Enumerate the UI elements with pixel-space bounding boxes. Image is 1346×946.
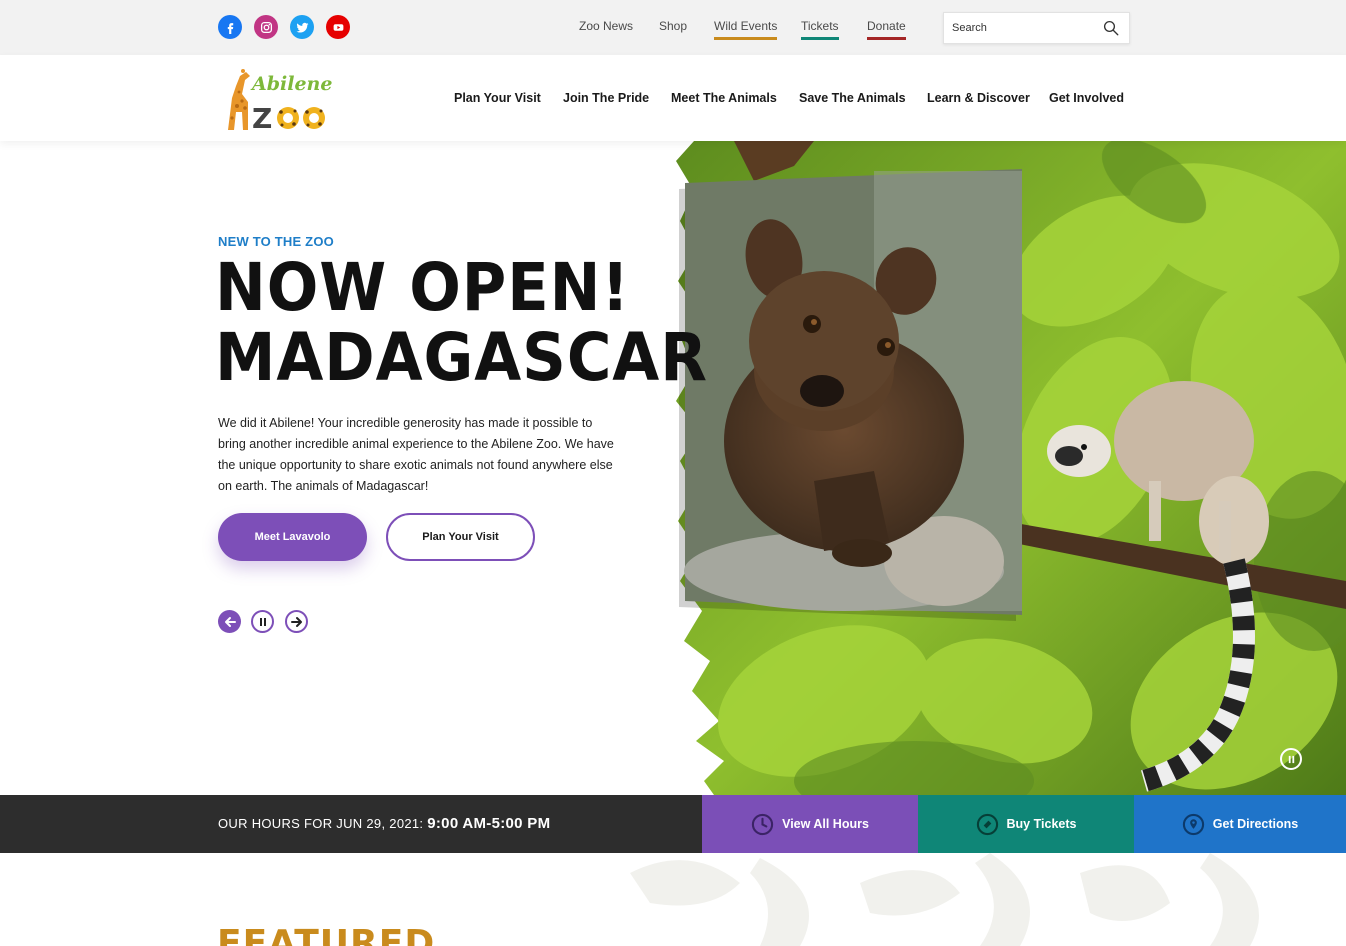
hero-headline: NOW OPEN! MADAGASCAR <box>215 253 708 393</box>
buy-tickets-button[interactable]: Buy Tickets <box>918 795 1134 853</box>
search-input[interactable] <box>944 13 1094 43</box>
meet-lavavolo-button[interactable]: Meet Lavavolo <box>218 513 367 561</box>
search-icon[interactable] <box>1102 19 1120 37</box>
shop-link[interactable]: Shop <box>659 19 687 37</box>
nav-save-the-animals[interactable]: Save The Animals <box>799 91 906 105</box>
view-all-hours-label: View All Hours <box>782 817 869 831</box>
get-directions-button[interactable]: Get Directions <box>1134 795 1346 853</box>
pause-icon <box>1288 755 1294 763</box>
slider-prev-button[interactable] <box>218 610 241 633</box>
pause-icon <box>259 617 266 626</box>
utility-bar: Zoo News Shop Wild Events Tickets Donate <box>0 0 1346 55</box>
buy-tickets-label: Buy Tickets <box>1006 817 1077 831</box>
nav-get-involved[interactable]: Get Involved <box>1049 91 1124 105</box>
hours-value: 9:00 AM-5:00 PM <box>427 815 551 832</box>
social-links <box>218 15 350 39</box>
ticket-icon <box>976 813 998 835</box>
hero-eyebrow: NEW TO THE ZOO <box>218 234 334 249</box>
hero-headline-line2: MADAGASCAR <box>215 319 708 396</box>
view-all-hours-button[interactable]: View All Hours <box>702 795 918 853</box>
hours-info: OUR HOURS FOR JUN 29, 2021: 9:00 AM-5:00… <box>218 815 550 832</box>
main-header: Abilene Z Plan Your Visit Join The Pride… <box>0 55 1346 141</box>
hero-body-text: We did it Abilene! Your incredible gener… <box>218 416 614 493</box>
twitter-icon[interactable] <box>290 15 314 39</box>
tickets-link[interactable]: Tickets <box>801 19 839 40</box>
instagram-icon[interactable] <box>254 15 278 39</box>
hero-headline-line1: NOW OPEN! <box>215 249 630 326</box>
video-pause-button[interactable] <box>1280 748 1302 770</box>
hours-label: OUR HOURS FOR JUN 29, 2021: <box>218 816 424 831</box>
donate-link[interactable]: Donate <box>867 19 906 40</box>
get-directions-label: Get Directions <box>1212 817 1299 831</box>
nav-meet-the-animals[interactable]: Meet The Animals <box>671 91 777 105</box>
nav-join-the-pride[interactable]: Join The Pride <box>563 91 649 105</box>
svg-text:Z: Z <box>252 102 272 130</box>
slider-pause-button[interactable] <box>251 610 274 633</box>
zoo-news-link[interactable]: Zoo News <box>579 19 633 37</box>
arrow-left-icon <box>224 616 236 627</box>
nav-plan-your-visit[interactable]: Plan Your Visit <box>454 91 541 105</box>
plan-your-visit-button[interactable]: Plan Your Visit <box>386 513 535 561</box>
zebra-pattern-decoration <box>630 853 1259 946</box>
wild-events-link[interactable]: Wild Events <box>714 19 778 40</box>
facebook-icon[interactable] <box>218 15 242 39</box>
clock-icon <box>751 813 774 835</box>
slider-next-button[interactable] <box>285 610 308 633</box>
featured-heading: FEATURED <box>217 923 436 946</box>
hours-bar: OUR HOURS FOR JUN 29, 2021: 9:00 AM-5:00… <box>0 795 1346 853</box>
youtube-icon[interactable] <box>326 15 350 39</box>
hero-slider: NEW TO THE ZOO NOW OPEN! MADAGASCAR We d… <box>0 141 1346 795</box>
search-box <box>943 12 1130 44</box>
nav-learn-discover[interactable]: Learn & Discover <box>927 91 1030 105</box>
svg-text:Abilene: Abilene <box>250 73 332 95</box>
hero-photo-lemur <box>676 141 1346 795</box>
map-pin-icon <box>1182 813 1204 835</box>
abilene-zoo-logo[interactable]: Abilene Z <box>218 68 338 130</box>
featured-section: FEATURED <box>0 853 1346 946</box>
arrow-right-icon <box>290 616 302 627</box>
